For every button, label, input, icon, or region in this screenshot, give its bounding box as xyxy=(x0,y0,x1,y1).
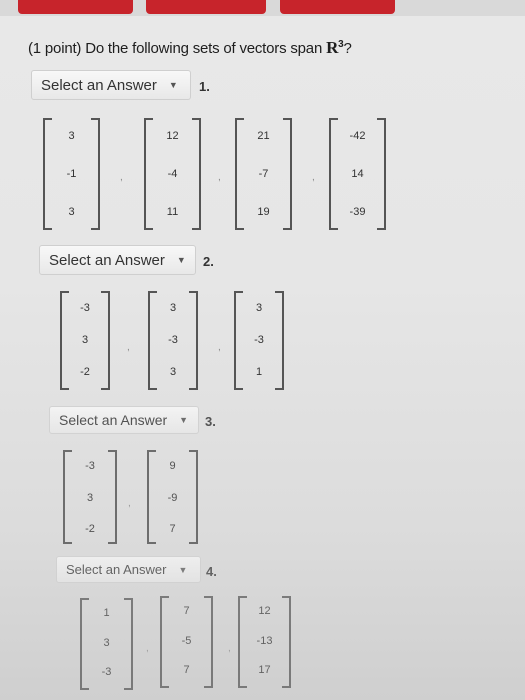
separator: , xyxy=(312,172,315,183)
separator: , xyxy=(146,643,149,654)
question-prefix: (1 point) Do the following sets of vecto… xyxy=(28,40,323,57)
separator: , xyxy=(218,172,221,183)
vector-4-1: 1 3 -3 xyxy=(80,598,133,690)
vector-entry: -5 xyxy=(181,635,192,647)
vector-entry: 1 xyxy=(255,366,263,378)
vector-2-1: -3 3 -2 xyxy=(60,291,110,390)
answer-select-1[interactable]: Select an Answer ▼ xyxy=(31,70,191,100)
vector-entry: -9 xyxy=(167,492,178,504)
vector-4-3: 12 -13 17 xyxy=(238,596,291,688)
vector-entry: -7 xyxy=(258,168,269,180)
dropdown-arrow-icon: ▼ xyxy=(178,564,188,575)
vector-entry: -13 xyxy=(256,635,273,647)
vector-entry: -3 xyxy=(168,334,178,346)
select-label: Select an Answer xyxy=(49,251,165,269)
part-number-1: 1. xyxy=(199,79,210,94)
question-suffix: ? xyxy=(343,40,352,57)
part-number-3: 3. xyxy=(205,414,216,429)
vector-entry: 3 xyxy=(68,206,75,218)
vector-entry: -1 xyxy=(66,168,77,180)
answer-select-2[interactable]: Select an Answer ▼ xyxy=(39,245,196,275)
part-number-4: 4. xyxy=(206,564,217,579)
vector-entry: -3 xyxy=(254,334,264,346)
vector-entry: 3 xyxy=(169,302,177,314)
vector-1-1: 3 -1 3 xyxy=(43,118,100,230)
vector-entry: -39 xyxy=(349,206,366,218)
select-label: Select an Answer xyxy=(66,562,167,577)
answer-select-4[interactable]: Select an Answer ▼ xyxy=(56,556,201,583)
vector-entry: -3 xyxy=(80,302,90,314)
dropdown-arrow-icon: ▼ xyxy=(168,80,178,90)
vector-entry: 14 xyxy=(351,168,364,180)
vector-entry: 3 xyxy=(169,366,177,378)
vector-1-3: 21 -7 19 xyxy=(235,118,292,230)
vector-entry: 3 xyxy=(81,334,89,346)
separator: , xyxy=(228,643,231,654)
dropdown-arrow-icon: ▼ xyxy=(176,255,186,265)
vector-entry: 3 xyxy=(86,492,94,504)
vector-entry: 19 xyxy=(257,206,270,218)
vector-entry: 7 xyxy=(183,605,190,617)
separator: , xyxy=(128,498,131,509)
vector-entry: 3 xyxy=(103,637,110,649)
dropdown-arrow-icon: ▼ xyxy=(179,415,189,425)
select-label: Select an Answer xyxy=(41,76,157,94)
vector-entry: 7 xyxy=(183,664,190,676)
vector-entry: -3 xyxy=(85,460,95,472)
vector-3-1: -3 3 -2 xyxy=(63,450,117,544)
vector-entry: -3 xyxy=(101,666,112,678)
answer-select-3[interactable]: Select an Answer ▼ xyxy=(49,406,199,434)
vector-4-2: 7 -5 7 xyxy=(160,596,213,688)
top-toolbar xyxy=(0,0,525,16)
vector-entry: 7 xyxy=(169,523,176,535)
part-number-2: 2. xyxy=(203,254,214,269)
vector-entry: 3 xyxy=(255,302,263,314)
space-symbol: R xyxy=(326,38,339,57)
separator: , xyxy=(127,342,130,353)
vector-entry: 11 xyxy=(166,206,179,218)
vector-1-4: -42 14 -39 xyxy=(329,118,386,230)
vector-entry: 17 xyxy=(258,664,271,676)
vector-entry: 3 xyxy=(68,130,75,142)
vector-entry: 21 xyxy=(257,130,270,142)
select-label: Select an Answer xyxy=(59,412,168,428)
question-text: (1 point) Do the following sets of vecto… xyxy=(28,38,352,58)
vector-entry: -4 xyxy=(167,168,178,180)
top-button-2[interactable] xyxy=(146,0,266,14)
vector-entry: 12 xyxy=(258,605,271,617)
top-button-3[interactable] xyxy=(280,0,395,14)
vector-1-2: 12 -4 11 xyxy=(144,118,201,230)
top-button-1[interactable] xyxy=(18,0,133,14)
vector-2-2: 3 -3 3 xyxy=(148,291,198,390)
vector-3-2: 9 -9 7 xyxy=(147,450,198,544)
vector-entry: 9 xyxy=(169,460,176,472)
vector-2-3: 3 -3 1 xyxy=(234,291,284,390)
vector-entry: 1 xyxy=(103,607,110,619)
separator: , xyxy=(218,342,221,353)
vector-entry: -2 xyxy=(80,366,90,378)
vector-entry: -42 xyxy=(349,130,366,142)
separator: , xyxy=(120,172,123,183)
vector-entry: 12 xyxy=(166,130,179,142)
vector-entry: -2 xyxy=(85,523,95,535)
